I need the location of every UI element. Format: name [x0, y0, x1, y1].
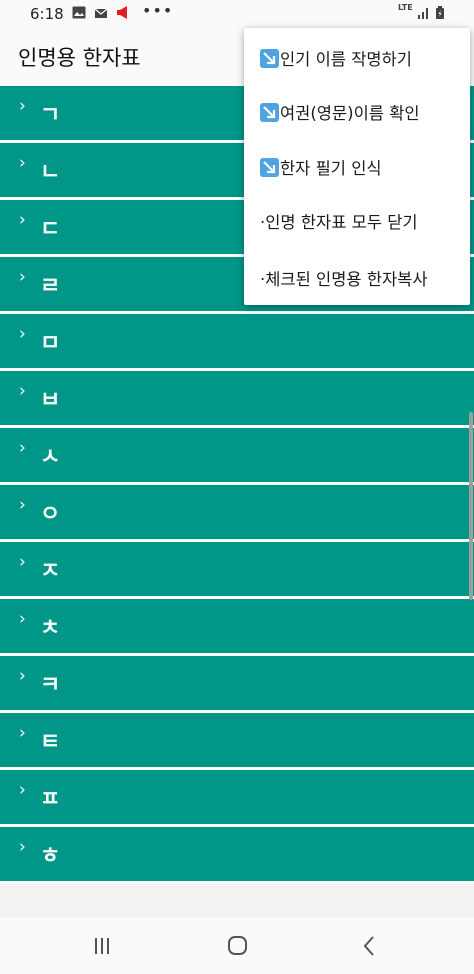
- menu-item-close-all[interactable]: ·인명 한자표 모두 닫기: [244, 193, 470, 247]
- list-item[interactable]: › ㅊ: [0, 599, 474, 656]
- arrow-down-right-icon: [260, 49, 279, 68]
- signal-icon: [418, 8, 428, 19]
- more-dots-icon: •••: [142, 1, 174, 20]
- chevron-right-icon: ›: [19, 324, 26, 344]
- menu-item-label: ·체크된 인명용 한자복사: [260, 270, 428, 289]
- list-item-label: ㄹ: [40, 274, 61, 299]
- arrow-down-right-icon: [260, 103, 279, 122]
- list-item-label: ㅇ: [40, 502, 61, 527]
- battery-icon: [436, 6, 444, 19]
- recent-apps-icon[interactable]: [82, 932, 122, 960]
- mail-icon: [94, 8, 108, 18]
- menu-item-passport-name[interactable]: 여권(영문)이름 확인: [244, 84, 470, 138]
- menu-item-label: 여권(영문)이름 확인: [280, 104, 420, 123]
- list-item-label: ㄴ: [40, 160, 61, 185]
- home-icon[interactable]: [217, 932, 257, 960]
- list-item-label: ㅎ: [40, 844, 61, 869]
- overflow-menu: 인기 이름 작명하기 여권(영문)이름 확인 한자 필기 인식 ·인명 한자표 …: [244, 28, 470, 305]
- image-icon: [72, 6, 86, 19]
- chevron-right-icon: ›: [19, 153, 26, 173]
- menu-item-popular-names[interactable]: 인기 이름 작명하기: [244, 30, 470, 84]
- list-item-label: ㅋ: [40, 673, 61, 698]
- menu-item-label: 한자 필기 인식: [280, 159, 382, 178]
- back-icon[interactable]: [350, 932, 390, 960]
- chevron-right-icon: ›: [19, 552, 26, 572]
- menu-item-handwriting[interactable]: 한자 필기 인식: [244, 139, 470, 193]
- chevron-right-icon: ›: [19, 495, 26, 515]
- chevron-right-icon: ›: [19, 723, 26, 743]
- list-item-label: ㅁ: [40, 331, 61, 356]
- list-item[interactable]: › ㅂ: [0, 371, 474, 428]
- chevron-right-icon: ›: [19, 381, 26, 401]
- menu-item-label: ·인명 한자표 모두 닫기: [260, 213, 418, 232]
- scrollbar[interactable]: [469, 412, 473, 600]
- menu-item-copy-checked[interactable]: ·체크된 인명용 한자복사: [244, 250, 470, 304]
- list-item[interactable]: › ㅋ: [0, 656, 474, 713]
- chevron-right-icon: ›: [19, 666, 26, 686]
- list-item[interactable]: › ㅌ: [0, 713, 474, 770]
- list-item[interactable]: › ㅅ: [0, 428, 474, 485]
- list-item[interactable]: › ㅎ: [0, 827, 474, 884]
- status-bar: 6:18 ••• LTE: [0, 0, 474, 28]
- chevron-right-icon: ›: [19, 96, 26, 116]
- chevron-right-icon: ›: [19, 609, 26, 629]
- chevron-right-icon: ›: [19, 837, 26, 857]
- list-item-label: ㅍ: [40, 787, 61, 812]
- list-item-label: ㅌ: [40, 730, 61, 755]
- navigation-bar: [0, 918, 474, 974]
- list-item-label: ㅅ: [40, 445, 61, 470]
- list-item-label: ㄱ: [40, 103, 61, 128]
- megaphone-icon: [117, 6, 127, 19]
- list-item-label: ㄷ: [40, 217, 61, 242]
- page-title: 인명용 한자표: [18, 46, 141, 70]
- list-item[interactable]: › ㅍ: [0, 770, 474, 827]
- list-item[interactable]: › ㅁ: [0, 314, 474, 371]
- list-item-label: ㅊ: [40, 616, 61, 641]
- lte-icon: LTE: [398, 3, 413, 12]
- arrow-down-right-icon: [260, 158, 279, 177]
- status-time: 6:18: [30, 5, 64, 23]
- list-item[interactable]: › ㅈ: [0, 542, 474, 599]
- chevron-right-icon: ›: [19, 210, 26, 230]
- chevron-right-icon: ›: [19, 267, 26, 287]
- chevron-right-icon: ›: [19, 438, 26, 458]
- list-item[interactable]: › ㅇ: [0, 485, 474, 542]
- list-item-label: ㅂ: [40, 388, 61, 413]
- list-item-label: ㅈ: [40, 559, 61, 584]
- chevron-right-icon: ›: [19, 780, 26, 800]
- menu-item-label: 인기 이름 작명하기: [280, 50, 412, 69]
